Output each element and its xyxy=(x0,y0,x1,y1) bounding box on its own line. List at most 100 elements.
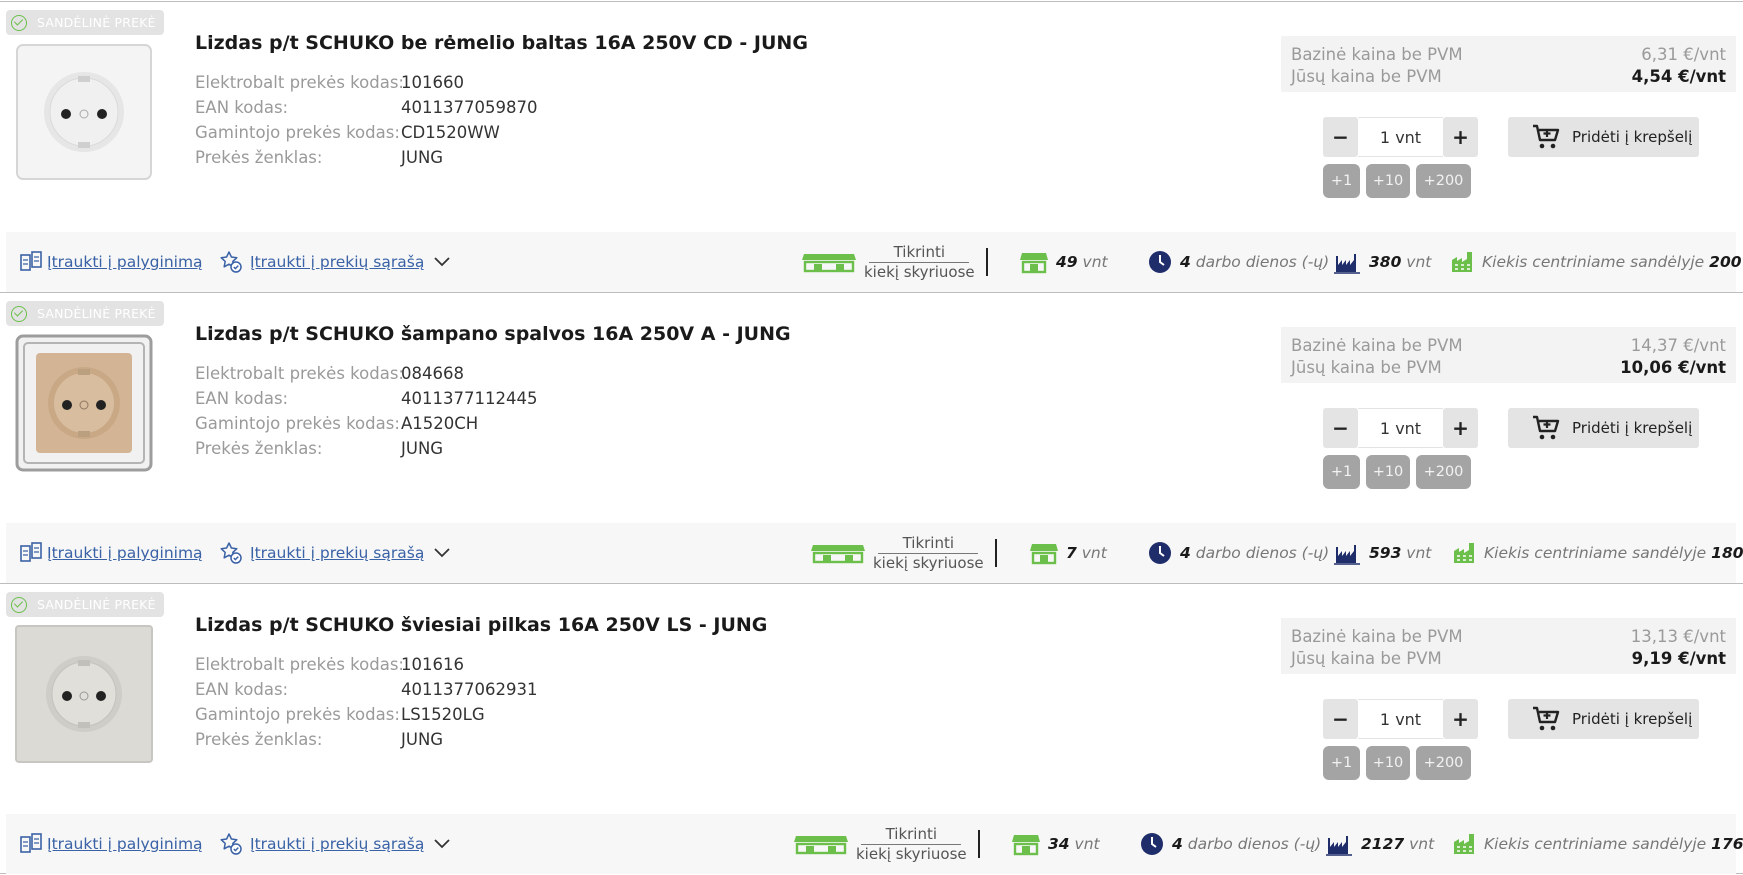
compare-action[interactable]: Įtraukti į palyginimą xyxy=(19,814,203,874)
spec-row-brand: Prekės ženklas: JUNG xyxy=(195,730,444,749)
base-price-label: Bazinė kaina be PVM xyxy=(1291,44,1463,64)
factory-stock: 380 vnt xyxy=(1333,232,1431,292)
quick-add-10-button[interactable]: +10 xyxy=(1366,164,1410,198)
add-to-cart-button[interactable]: Pridėti į krepšelį xyxy=(1508,117,1699,157)
product-card: SANDĖLINĖ PREKĖ Lizdas p/t SCHUKO šampan… xyxy=(0,292,1743,583)
quantity-input[interactable]: 1 vnt xyxy=(1358,117,1443,157)
factory-icon xyxy=(1326,836,1352,856)
stores-icon xyxy=(794,836,848,855)
clock-icon xyxy=(1141,833,1163,855)
product-image[interactable] xyxy=(14,42,154,182)
central-warehouse-stock: Kiekis centriniame sandėlyje 176 vnt xyxy=(1452,814,1743,874)
quick-add-200-button[interactable]: +200 xyxy=(1416,164,1471,198)
separator xyxy=(978,814,980,874)
product-title[interactable]: Lizdas p/t SCHUKO šviesiai pilkas 16A 25… xyxy=(195,614,767,636)
availability-bar: Įtraukti į palyginimą Įtraukti į prekių … xyxy=(6,523,1743,583)
factory-stock: 2127 vnt xyxy=(1325,814,1434,874)
increase-button[interactable]: + xyxy=(1443,699,1478,739)
spec-row-code: Elektrobalt prekės kodas: 101660 xyxy=(195,73,464,92)
product-specs: Elektrobalt prekės kodas: 101660 EAN koda… xyxy=(195,70,537,170)
your-price: 10,06 €/vnt xyxy=(1620,357,1726,377)
compare-action[interactable]: Įtraukti į palyginimą xyxy=(19,523,203,583)
decrease-button[interactable]: − xyxy=(1323,408,1358,448)
spec-row-ean: EAN kodas: 4011377112445 xyxy=(195,389,538,408)
product-specs: Elektrobalt prekės kodas: 084668 EAN koda… xyxy=(195,361,537,461)
stock-badge: SANDĖLINĖ PREKĖ xyxy=(6,301,164,326)
wishlist-action[interactable]: Įtraukti į prekių sąrašą xyxy=(219,814,450,874)
decrease-button[interactable]: − xyxy=(1323,117,1358,157)
store-icon xyxy=(1020,253,1048,274)
chevron-down-icon[interactable] xyxy=(434,548,450,558)
compare-icon xyxy=(20,833,42,853)
compare-action[interactable]: Įtraukti į palyginimą xyxy=(19,232,203,292)
add-to-cart-button[interactable]: Pridėti į krepšelį xyxy=(1508,699,1699,739)
clock-icon xyxy=(1149,251,1171,273)
check-stores-action[interactable]: Tikrinti kiekį skyriuose xyxy=(811,523,984,583)
chevron-down-icon[interactable] xyxy=(434,839,450,849)
availability-bar: Įtraukti į palyginimą Įtraukti į prekių … xyxy=(6,814,1743,874)
base-price: 6,31 €/vnt xyxy=(1641,44,1726,64)
decrease-button[interactable]: − xyxy=(1323,699,1358,739)
central-warehouse-stock: Kiekis centriniame sandėlyje 180 vnt xyxy=(1452,523,1743,583)
store-stock: 7 vnt xyxy=(1030,523,1107,583)
check-stores-action[interactable]: Tikrinti kiekį skyriuose xyxy=(802,232,975,292)
warehouse-icon xyxy=(1452,252,1472,272)
increase-button[interactable]: + xyxy=(1443,117,1478,157)
product-image[interactable] xyxy=(14,624,154,764)
spec-row-ean: EAN kodas: 4011377062931 xyxy=(195,680,538,699)
spec-row-manufacturer-code: Gamintojo prekės kodas: LS1520LG xyxy=(195,705,485,724)
quick-add-10-button[interactable]: +10 xyxy=(1366,455,1410,489)
product-image[interactable] xyxy=(14,333,154,473)
wishlist-action[interactable]: Įtraukti į prekių sąrašą xyxy=(219,232,450,292)
stock-badge: SANDĖLINĖ PREKĖ xyxy=(6,10,164,35)
wishlist-action[interactable]: Įtraukti į prekių sąrašą xyxy=(219,523,450,583)
star-check-icon xyxy=(220,833,242,855)
increase-button[interactable]: + xyxy=(1443,408,1478,448)
store-icon xyxy=(1030,544,1058,565)
product-specs: Elektrobalt prekės kodas: 101616 EAN koda… xyxy=(195,652,537,752)
quantity-input[interactable]: 1 vnt xyxy=(1358,699,1443,739)
check-circle-icon xyxy=(11,305,27,322)
delivery-time: 4 darbo dienos (-ų) xyxy=(1140,814,1321,874)
base-price: 14,37 €/vnt xyxy=(1630,335,1726,355)
quantity-stepper: − 1 vnt + xyxy=(1323,699,1478,739)
check-circle-icon xyxy=(11,14,27,31)
store-icon xyxy=(1012,835,1040,856)
star-check-icon xyxy=(220,542,242,564)
store-stock: 34 vnt xyxy=(1012,814,1100,874)
quick-add-1-button[interactable]: +1 xyxy=(1323,746,1360,780)
cart-plus-icon xyxy=(1533,706,1560,731)
chevron-down-icon[interactable] xyxy=(434,257,450,267)
quick-add-200-button[interactable]: +200 xyxy=(1416,746,1471,780)
spec-row-manufacturer-code: Gamintojo prekės kodas: A1520CH xyxy=(195,414,479,433)
price-box: Bazinė kaina be PVM 13,13 €/vnt Jūsų kain… xyxy=(1281,618,1736,674)
quick-add-1-button[interactable]: +1 xyxy=(1323,455,1360,489)
quick-add-1-button[interactable]: +1 xyxy=(1323,164,1360,198)
product-title[interactable]: Lizdas p/t SCHUKO šampano spalvos 16A 25… xyxy=(195,323,791,345)
spec-row-ean: EAN kodas: 4011377059870 xyxy=(195,98,538,117)
spec-row-manufacturer-code: Gamintojo prekės kodas: CD1520WW xyxy=(195,123,500,142)
quantity-stepper: − 1 vnt + xyxy=(1323,408,1478,448)
delivery-time: 4 darbo dienos (-ų) xyxy=(1148,523,1329,583)
base-price-label: Bazinė kaina be PVM xyxy=(1291,335,1463,355)
quantity-input[interactable]: 1 vnt xyxy=(1358,408,1443,448)
stores-icon xyxy=(802,254,856,273)
your-price-label: Jūsų kaina be PVM xyxy=(1291,648,1442,668)
price-box: Bazinė kaina be PVM 14,37 €/vnt Jūsų kain… xyxy=(1281,327,1736,383)
store-stock: 49 vnt xyxy=(1020,232,1108,292)
product-card: SANDĖLINĖ PREKĖ Lizdas p/t SCHUKO šviesi… xyxy=(0,583,1743,874)
product-card: SANDĖLINĖ PREKĖ Lizdas p/t SCHUKO be rėm… xyxy=(0,1,1743,292)
spec-row-code: Elektrobalt prekės kodas: 101616 xyxy=(195,655,464,674)
your-price-label: Jūsų kaina be PVM xyxy=(1291,357,1442,377)
add-to-cart-button[interactable]: Pridėti į krepšelį xyxy=(1508,408,1699,448)
check-stores-action[interactable]: Tikrinti kiekį skyriuose xyxy=(794,814,967,874)
warehouse-icon xyxy=(1454,543,1474,563)
your-price-label: Jūsų kaina be PVM xyxy=(1291,66,1442,86)
quick-add-200-button[interactable]: +200 xyxy=(1416,455,1471,489)
availability-bar: Įtraukti į palyginimą Įtraukti į prekių … xyxy=(6,232,1742,292)
spec-row-brand: Prekės ženklas: JUNG xyxy=(195,148,444,167)
quick-add-10-button[interactable]: +10 xyxy=(1366,746,1410,780)
product-title[interactable]: Lizdas p/t SCHUKO be rėmelio baltas 16A … xyxy=(195,32,808,54)
base-price: 13,13 €/vnt xyxy=(1630,626,1726,646)
stores-icon xyxy=(811,545,865,564)
